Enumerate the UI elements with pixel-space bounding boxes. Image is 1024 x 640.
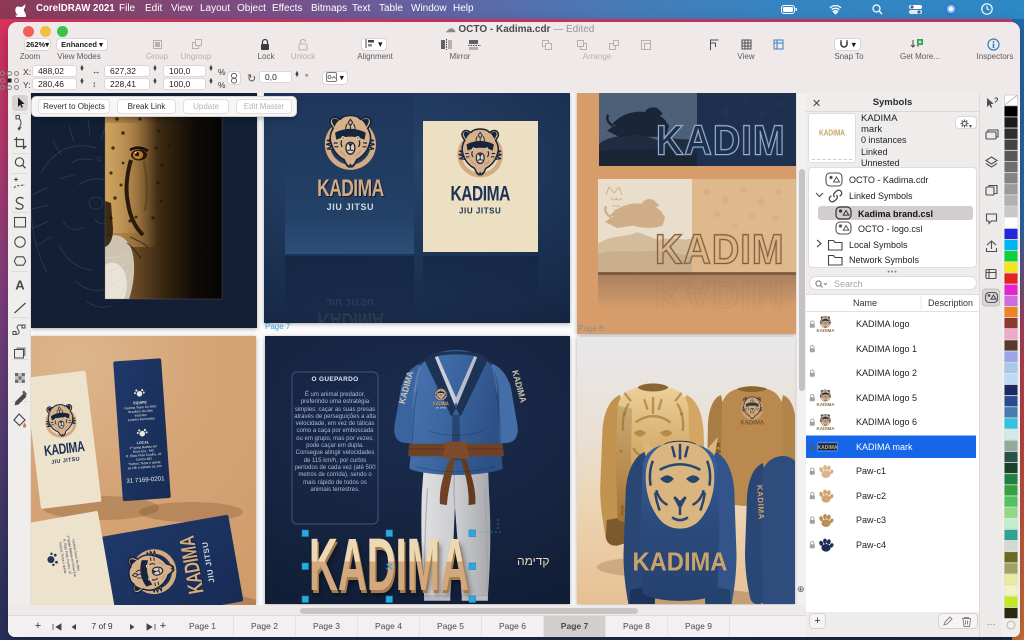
svg-text:KADIMA: KADIMA (740, 421, 764, 427)
svg-text:Paw-c3: Paw-c3 (856, 515, 886, 525)
svg-text:KADIMA: KADIMA (817, 402, 836, 407)
svg-text:KADIMA logo: KADIMA logo (856, 319, 910, 329)
svg-text:KADIMA logo 5: KADIMA logo 5 (856, 393, 917, 403)
svg-text:KADIMA mark: KADIMA mark (856, 442, 913, 452)
svg-text:KADIMA logo 1: KADIMA logo 1 (856, 344, 917, 354)
svg-text:KADIMA: KADIMA (755, 485, 766, 520)
svg-text:KADIMA: KADIMA (817, 426, 836, 431)
svg-text:Paw-c1: Paw-c1 (856, 466, 886, 476)
svg-text:Paw-c4: Paw-c4 (856, 540, 886, 550)
svg-text:KADIM: KADIM (655, 227, 785, 273)
svg-text:Paw-c2: Paw-c2 (856, 491, 886, 501)
svg-text:A: A (15, 278, 25, 293)
svg-text:KADIM: KADIM (656, 118, 786, 164)
svg-text:KADIMA: KADIMA (818, 445, 838, 451)
svg-text:KADIMA logo 6: KADIMA logo 6 (856, 417, 917, 427)
svg-text:KADIMA: KADIMA (633, 549, 728, 577)
svg-text:⋯: ⋯ (987, 619, 996, 629)
svg-text:KADIMA logo 2: KADIMA logo 2 (856, 368, 917, 378)
svg-text:KADIMA: KADIMA (817, 328, 836, 333)
